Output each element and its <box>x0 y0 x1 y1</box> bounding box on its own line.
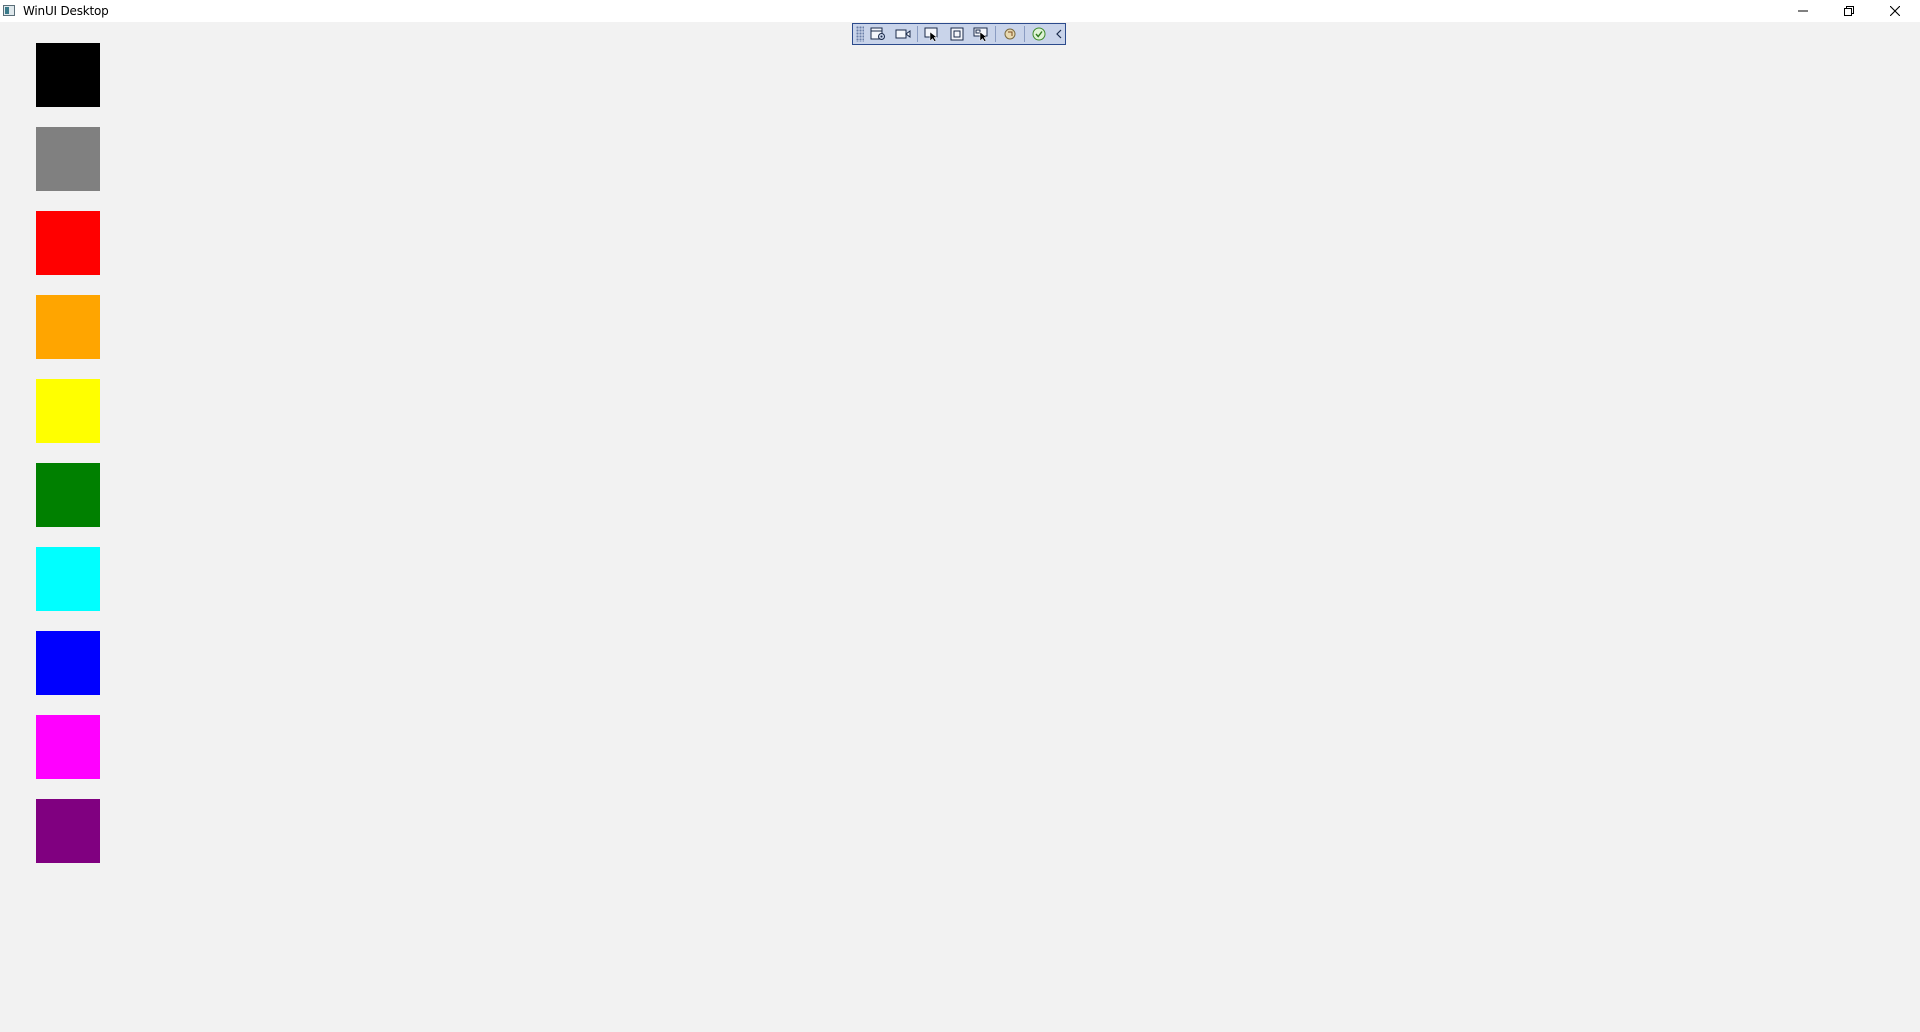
swatch-green <box>36 463 100 527</box>
select-element-icon <box>924 27 938 42</box>
swatch-red <box>36 211 100 275</box>
xaml-debug-toolbar <box>852 23 1066 45</box>
swatch-blue <box>36 631 100 695</box>
restore-icon <box>1844 6 1854 16</box>
app-toolbar-settings-icon <box>870 27 885 40</box>
close-button[interactable] <box>1872 0 1918 22</box>
title-bar[interactable]: WinUI Desktop <box>0 0 1920 22</box>
hot-reload-status-button[interactable] <box>1028 25 1050 43</box>
swatch-black <box>36 43 100 107</box>
swatch-yellow <box>36 379 100 443</box>
hot-reload-button[interactable] <box>999 25 1021 43</box>
select-element-button[interactable] <box>921 25 943 43</box>
swatch-magenta <box>36 715 100 779</box>
swatch-purple <box>36 799 100 863</box>
track-focused-element-button[interactable] <box>970 25 992 43</box>
toolbar-separator <box>916 26 918 42</box>
swatch-cyan <box>36 547 100 611</box>
app-toolbar-settings-button[interactable] <box>867 25 889 43</box>
record-camera-button[interactable] <box>892 25 914 43</box>
swatch-orange <box>36 295 100 359</box>
app-icon <box>3 5 15 16</box>
toolbar-separator <box>1024 26 1026 42</box>
app-window: WinUI Desktop <box>0 0 1920 1032</box>
minimize-icon <box>1798 10 1808 12</box>
toolbar-separator <box>995 26 997 42</box>
toolbar-grip-icon[interactable] <box>856 26 864 42</box>
collapse-toolbar-button[interactable] <box>1053 25 1065 43</box>
restore-button[interactable] <box>1826 0 1872 22</box>
display-layout-adorners-button[interactable] <box>946 25 968 43</box>
hot-reload-status-icon <box>1032 27 1046 41</box>
minimize-button[interactable] <box>1780 0 1826 22</box>
display-layout-adorners-icon <box>950 27 964 41</box>
close-icon <box>1890 6 1900 16</box>
hot-reload-icon <box>1004 28 1016 40</box>
track-focused-element-icon <box>973 27 989 42</box>
record-camera-icon <box>895 29 911 39</box>
swatch-gray <box>36 127 100 191</box>
window-title: WinUI Desktop <box>23 4 109 18</box>
collapse-toolbar-icon <box>1056 29 1062 39</box>
